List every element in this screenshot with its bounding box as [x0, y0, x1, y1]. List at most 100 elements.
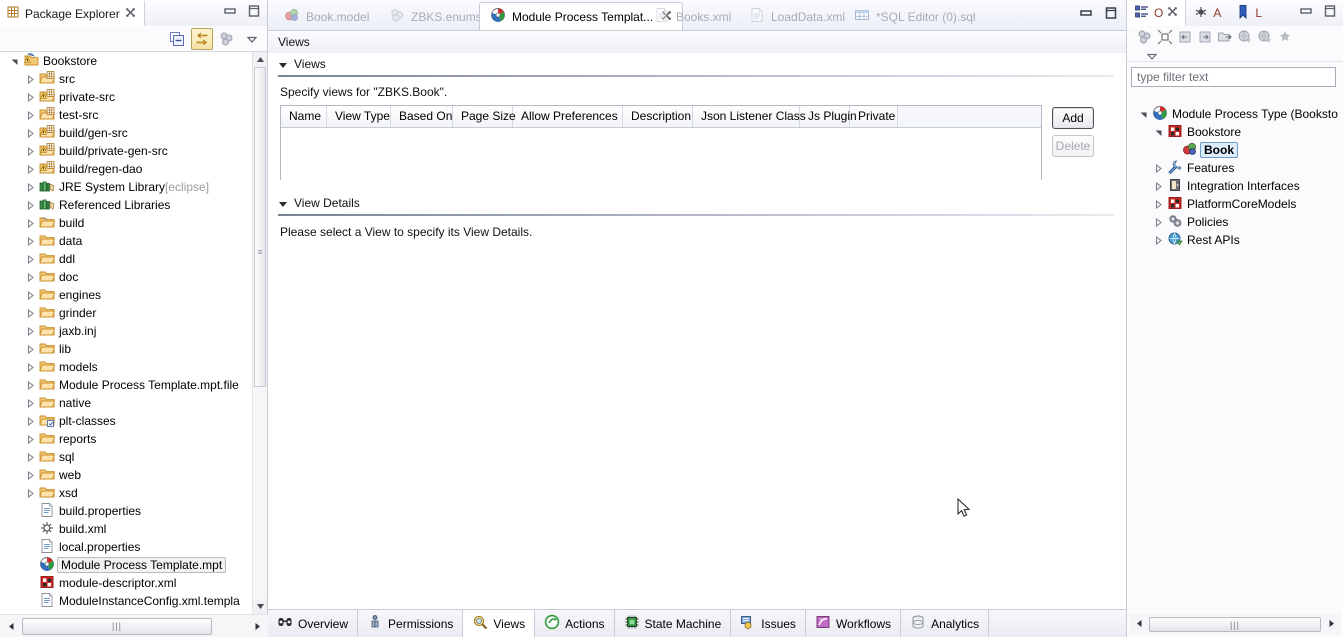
tree-arrow-collapsed-icon[interactable]	[24, 376, 37, 394]
tree-item[interactable]: jaxb.inj	[0, 322, 267, 340]
section-header-views[interactable]: Views	[268, 53, 1126, 75]
scroll-down-arrow[interactable]	[253, 599, 267, 614]
hscroll-track[interactable]: |||	[1149, 617, 1321, 632]
bottom-tab-analytics[interactable]: Analytics	[901, 610, 990, 637]
views-table-column-header[interactable]: Js Plugin	[800, 106, 857, 127]
tree-item[interactable]: Module Process Template.mpt.file	[0, 376, 267, 394]
scroll-left-arrow[interactable]	[0, 622, 22, 631]
collapse-all-icon[interactable]	[166, 28, 188, 50]
link-with-editor-icon[interactable]	[191, 28, 213, 50]
outline-tree-item[interactable]: Integration Interfaces	[1131, 177, 1339, 195]
view-menu-icon[interactable]	[1137, 29, 1153, 48]
minimize-icon[interactable]	[223, 4, 237, 21]
tree-arrow-collapsed-icon[interactable]	[1152, 177, 1165, 195]
tree-arrow-collapsed-icon[interactable]	[24, 214, 37, 232]
view-menu-icon[interactable]	[216, 28, 238, 50]
tree-item[interactable]: web	[0, 466, 267, 484]
outline-tree-item[interactable]: Policies	[1131, 213, 1339, 231]
outline-tab[interactable]: A	[1186, 0, 1228, 26]
tree-item[interactable]: lib	[0, 340, 267, 358]
tree-item[interactable]: build.properties	[0, 502, 267, 520]
tree-item[interactable]: sql	[0, 448, 267, 466]
tree-arrow-collapsed-icon[interactable]	[24, 268, 37, 286]
views-table-column-header[interactable]: Json Listener Class	[693, 106, 806, 127]
chevron-down-icon[interactable]	[1145, 51, 1159, 66]
views-table-column-header[interactable]: Page Size	[453, 106, 516, 127]
tree-item[interactable]: data	[0, 232, 267, 250]
bottom-tab-overview[interactable]: Overview	[268, 610, 359, 637]
tree-arrow-collapsed-icon[interactable]	[24, 70, 37, 88]
filter-input[interactable]: type filter text	[1131, 67, 1336, 87]
outline-tree-item[interactable]: Module Process Type (Booksto	[1131, 105, 1339, 123]
tree-arrow-expanded-icon[interactable]	[1152, 123, 1165, 141]
tree-item[interactable]: build/gen-src	[0, 124, 267, 142]
tree-item[interactable]: plt-classes	[0, 412, 267, 430]
outline-tree-item[interactable]: Features	[1131, 159, 1339, 177]
collapse-expand-icon[interactable]	[1157, 29, 1173, 48]
bottom-tab-workflows[interactable]: Workflows	[806, 610, 902, 637]
views-table-column-header[interactable]: Allow Preferences	[513, 106, 623, 127]
hscroll-thumb[interactable]: |||	[1149, 617, 1321, 632]
package-explorer-tree[interactable]: Bookstore src private-src test-src build/gen…	[0, 52, 267, 614]
package-explorer-vscrollbar[interactable]: ≡	[252, 52, 267, 614]
package-explorer-hscrollbar[interactable]: |||	[0, 614, 268, 637]
tree-item[interactable]: Bookstore	[0, 52, 267, 70]
close-icon[interactable]	[125, 7, 136, 21]
views-table-column-header[interactable]: Description	[623, 106, 693, 127]
tab-package-explorer[interactable]: Package Explorer	[0, 0, 145, 26]
tree-arrow-collapsed-icon[interactable]	[1152, 159, 1165, 177]
tree-arrow-collapsed-icon[interactable]	[1152, 213, 1165, 231]
tree-arrow-expanded-icon[interactable]	[1137, 105, 1150, 123]
chevron-down-icon[interactable]	[241, 28, 263, 50]
editor-tab[interactable]: Books.xml	[644, 3, 741, 30]
tree-item[interactable]: build	[0, 214, 267, 232]
views-table-body[interactable]	[281, 128, 1041, 180]
tree-arrow-collapsed-icon[interactable]	[24, 88, 37, 106]
tree-item[interactable]: Module Process Template.mpt	[0, 556, 267, 574]
tree-arrow-collapsed-icon[interactable]	[24, 340, 37, 358]
tree-item[interactable]: private-src	[0, 88, 267, 106]
tree-arrow-collapsed-icon[interactable]	[24, 250, 37, 268]
views-table-column-header[interactable]: View Type	[327, 106, 391, 127]
minimize-icon[interactable]	[1299, 4, 1313, 21]
bottom-tab-actions[interactable]: Actions	[535, 610, 615, 637]
editor-tab[interactable]: Book.model	[274, 3, 379, 30]
tree-arrow-collapsed-icon[interactable]	[24, 304, 37, 322]
tree-arrow-collapsed-icon[interactable]	[24, 358, 37, 376]
outline-tree-item[interactable]: Rest APIs	[1131, 231, 1339, 249]
tree-item[interactable]: reports	[0, 430, 267, 448]
tree-item[interactable]: models	[0, 358, 267, 376]
bottom-tab-issues[interactable]: Issues	[731, 610, 806, 637]
tree-arrow-collapsed-icon[interactable]	[24, 430, 37, 448]
editor-tab[interactable]: ZBKS.enums	[379, 3, 492, 30]
tree-item[interactable]: grinder	[0, 304, 267, 322]
outline-hscrollbar[interactable]: |||	[1129, 614, 1341, 635]
scroll-left-arrow[interactable]	[1129, 619, 1149, 630]
import-right-icon[interactable]	[1197, 29, 1213, 48]
bottom-tab-views[interactable]: Views	[463, 609, 536, 637]
scroll-right-arrow[interactable]	[1321, 619, 1341, 630]
tree-arrow-expanded-icon[interactable]	[8, 52, 21, 70]
tree-item[interactable]: doc	[0, 268, 267, 286]
delete-star-icon[interactable]	[1277, 29, 1293, 48]
hscroll-thumb[interactable]: |||	[22, 617, 212, 635]
tree-arrow-collapsed-icon[interactable]	[24, 448, 37, 466]
views-table-column-header[interactable]: Private	[850, 106, 898, 127]
editor-tab[interactable]: LoadData.xml	[739, 3, 855, 30]
tree-arrow-collapsed-icon[interactable]	[24, 106, 37, 124]
tree-arrow-collapsed-icon[interactable]	[24, 394, 37, 412]
outline-tree-item[interactable]: PlatformCoreModels	[1131, 195, 1339, 213]
tree-arrow-collapsed-icon[interactable]	[24, 466, 37, 484]
editor-tab[interactable]: *SQL Editor (0).sql	[844, 3, 986, 30]
tree-arrow-collapsed-icon[interactable]	[24, 124, 37, 142]
views-table-column-header[interactable]: Based On	[391, 106, 453, 127]
tree-item[interactable]: engines	[0, 286, 267, 304]
tree-item[interactable]: build/private-gen-src	[0, 142, 267, 160]
tree-item[interactable]: src	[0, 70, 267, 88]
tree-arrow-collapsed-icon[interactable]	[24, 286, 37, 304]
tree-item[interactable]: ModuleInstanceConfig.xml.templa	[0, 592, 267, 610]
tree-item[interactable]: native	[0, 394, 267, 412]
tree-item[interactable]: JRE System Library [eclipse]	[0, 178, 267, 196]
views-table[interactable]: Name View Type Based On Page Size Allow Pref…	[280, 105, 1042, 180]
globe-left-icon[interactable]	[1237, 29, 1253, 48]
